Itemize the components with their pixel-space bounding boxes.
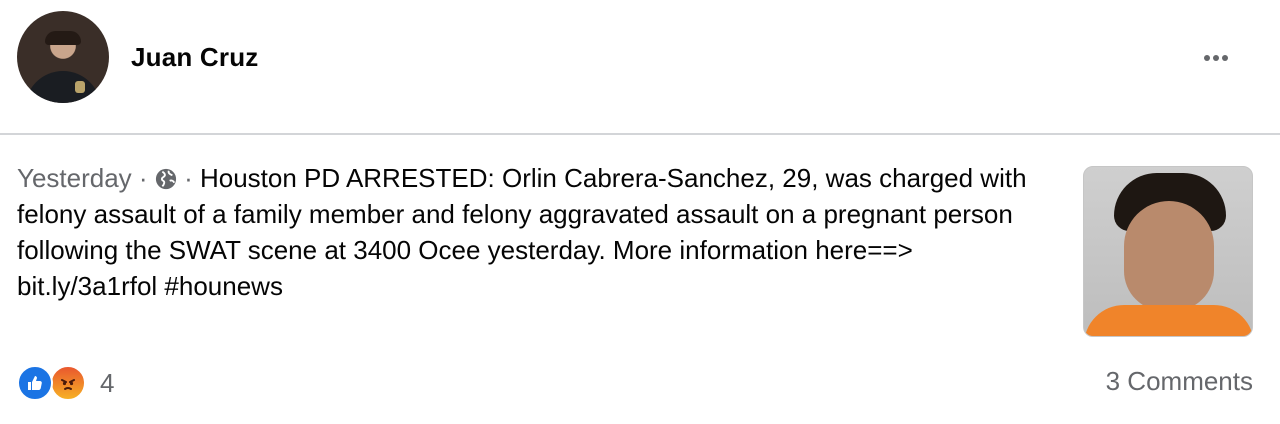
globe-icon[interactable] bbox=[155, 168, 177, 190]
post-timestamp[interactable]: Yesterday bbox=[17, 163, 132, 193]
reactions-summary[interactable]: 4 bbox=[17, 363, 114, 403]
post-body: Yesterday · · Houston PD ARRESTED: Orlin… bbox=[17, 160, 1057, 304]
more-dot bbox=[1213, 55, 1219, 61]
more-options-button[interactable] bbox=[1196, 44, 1236, 72]
more-dot bbox=[1222, 55, 1228, 61]
meta-separator: · bbox=[138, 163, 148, 193]
like-icon bbox=[17, 365, 53, 401]
more-dots-icon bbox=[1204, 55, 1210, 61]
thumbs-up-icon bbox=[28, 376, 42, 390]
header-divider bbox=[0, 133, 1280, 135]
reaction-count: 4 bbox=[100, 367, 115, 398]
avatar-hair bbox=[45, 31, 81, 45]
angry-face-icon bbox=[61, 379, 75, 390]
post-link[interactable]: bit.ly/3a1rfol bbox=[17, 271, 157, 301]
meta-separator: · bbox=[184, 163, 193, 193]
author-avatar[interactable] bbox=[17, 11, 109, 103]
avatar-badge bbox=[75, 81, 85, 93]
author-name[interactable]: Juan Cruz bbox=[131, 42, 258, 73]
angry-icon bbox=[50, 365, 86, 401]
mugshot-thumbnail[interactable] bbox=[1083, 166, 1253, 337]
comments-count-link[interactable]: 3 Comments bbox=[1106, 366, 1253, 397]
post-header: Juan Cruz bbox=[0, 0, 1280, 134]
avatar-uniform bbox=[25, 71, 101, 103]
hashtag-link[interactable]: #hounews bbox=[164, 271, 283, 301]
thumbnail-orange-shirt bbox=[1084, 305, 1252, 336]
thumbnail-face bbox=[1124, 201, 1214, 311]
